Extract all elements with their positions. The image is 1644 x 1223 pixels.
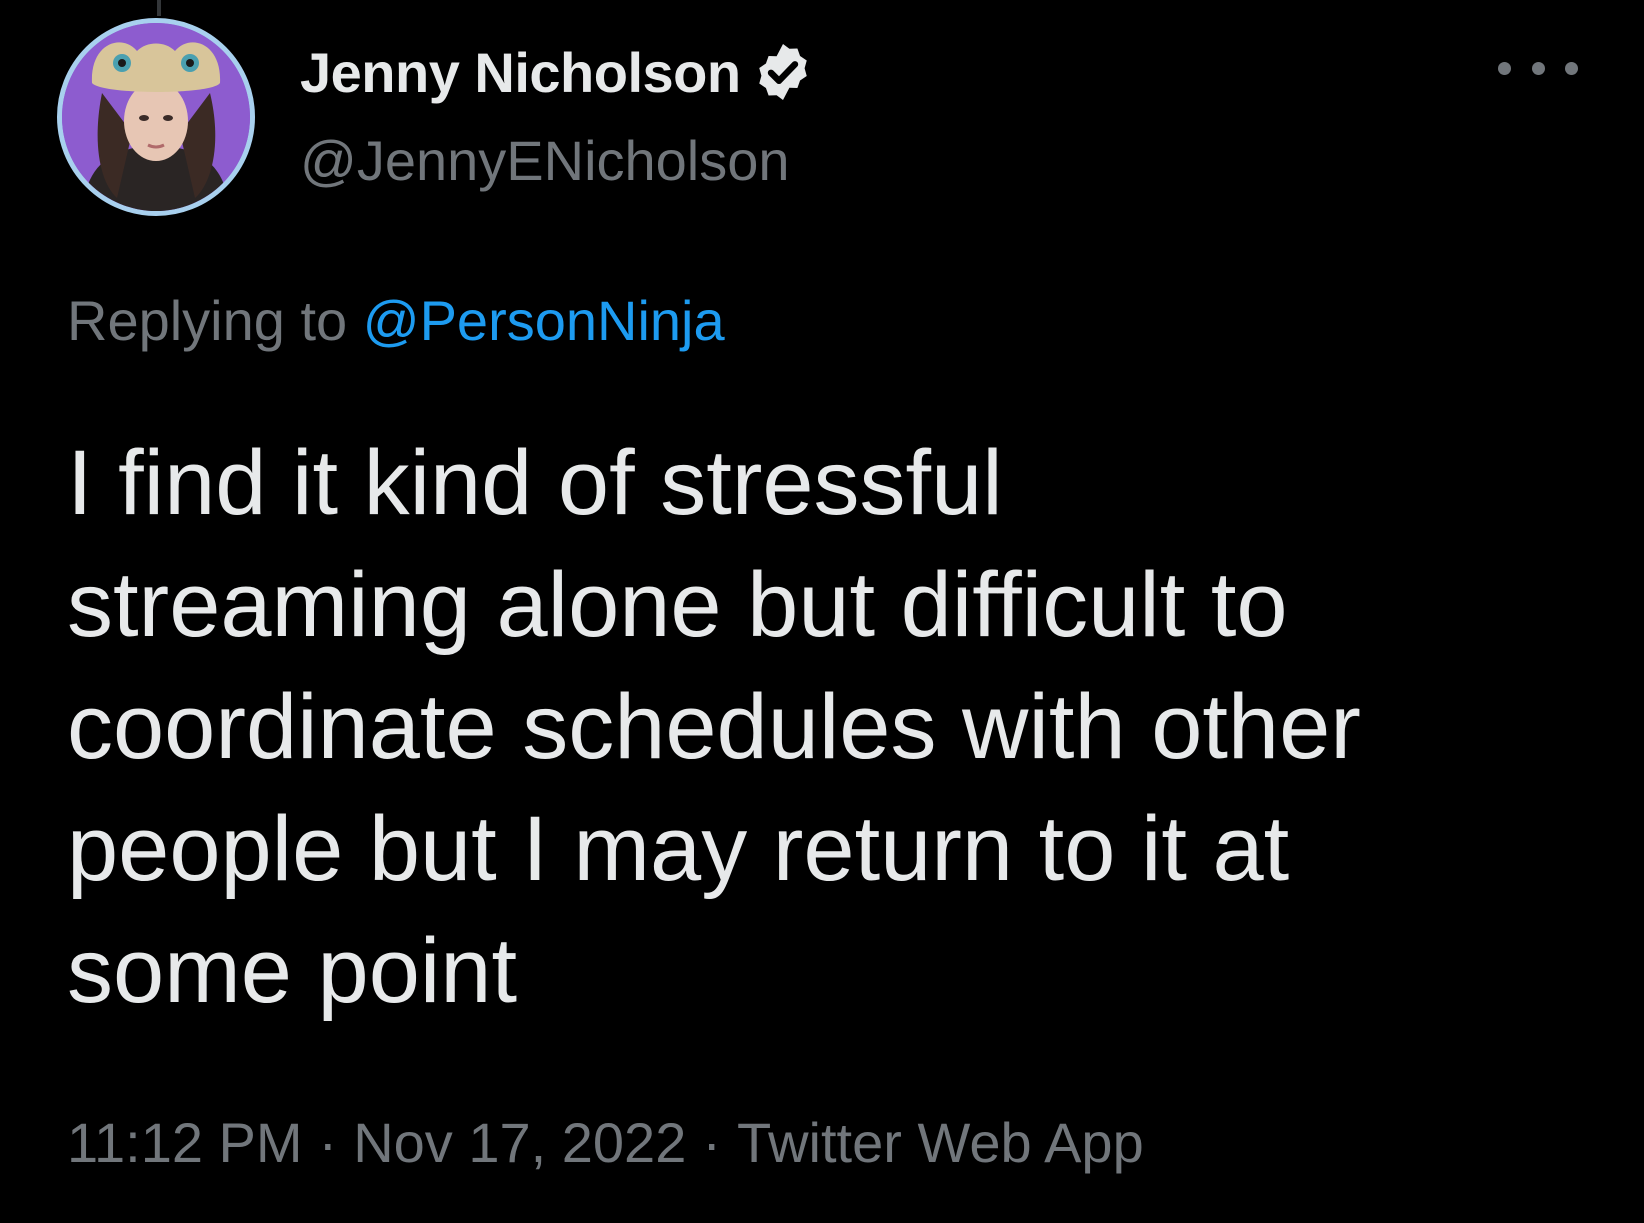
verified-badge-icon xyxy=(751,40,815,104)
more-options-icon[interactable] xyxy=(1498,50,1578,86)
tweet-metadata: 11:12 PM · Nov 17, 2022 · Twitter Web App xyxy=(67,1110,1144,1175)
more-dot xyxy=(1531,61,1545,75)
avatar-image xyxy=(62,23,250,211)
more-dot xyxy=(1498,61,1511,75)
tweet-date[interactable]: Nov 17, 2022 xyxy=(353,1111,686,1174)
meta-separator: · xyxy=(318,1111,338,1174)
tweet-source[interactable]: Twitter Web App xyxy=(737,1111,1144,1174)
thread-connector-line xyxy=(157,0,161,16)
author-handle[interactable]: @JennyENicholson xyxy=(300,128,790,193)
meta-separator: · xyxy=(702,1111,721,1174)
avatar[interactable] xyxy=(57,18,255,216)
author-name-row: Jenny Nicholson xyxy=(300,36,815,108)
reply-mention-link[interactable]: @PersonNinja xyxy=(363,289,725,352)
replying-to-line: Replying to @PersonNinja xyxy=(67,288,725,353)
author-display-name[interactable]: Jenny Nicholson xyxy=(300,40,741,105)
replying-to-label: Replying to xyxy=(67,289,348,352)
more-dot xyxy=(1565,61,1578,75)
tweet-time[interactable]: 11:12 PM xyxy=(67,1111,303,1174)
tweet-text: I find it kind of stressful streaming al… xyxy=(67,432,1361,1022)
